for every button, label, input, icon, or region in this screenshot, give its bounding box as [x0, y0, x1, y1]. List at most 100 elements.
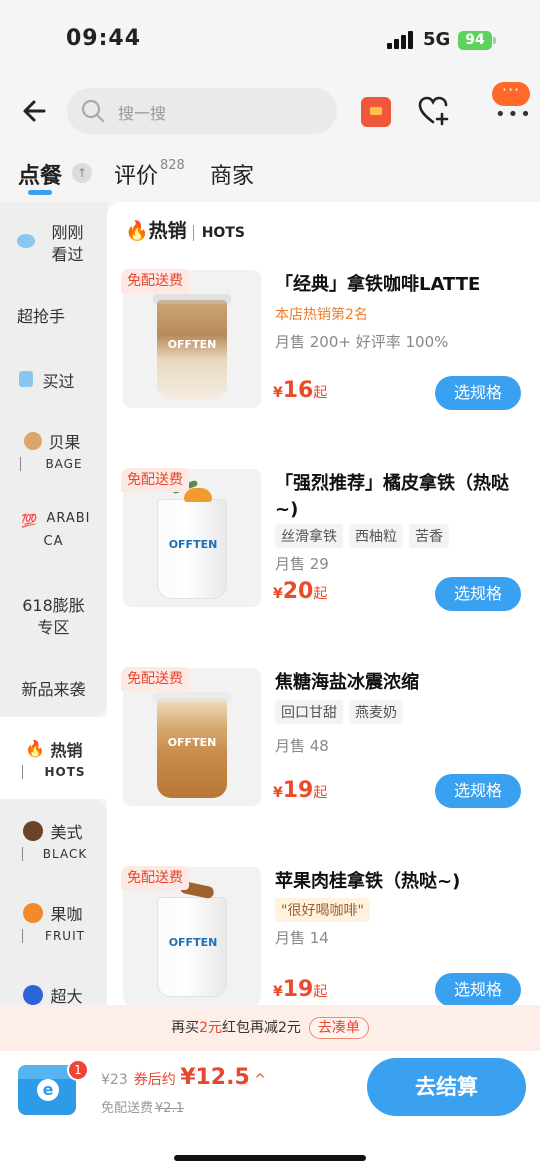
coffee-bean-icon: [23, 821, 43, 841]
sidebar-item-label: ARABI: [46, 511, 91, 526]
tab-reviews[interactable]: 评价 828: [114, 158, 185, 190]
search-placeholder: 搜一搜: [118, 104, 167, 123]
product-card[interactable]: OFFTEN 免配送费 苹果肉桂拿铁（热哒~) "很好喝咖啡" 月售 14 ¥1…: [107, 866, 540, 1005]
product-card[interactable]: OFFTEN 免配送费 焦糖海盐冰震浓缩 回口甘甜 燕麦奶 月售 48 ¥19起…: [107, 667, 540, 828]
back-arrow-icon[interactable]: [18, 94, 52, 128]
favorite-add-icon[interactable]: [417, 95, 451, 127]
sidebar-item-bought[interactable]: 买过: [0, 368, 107, 392]
section-subtitle: HOTS: [192, 225, 245, 241]
promo-amount: 2元: [199, 1020, 222, 1036]
product-tag: 回口甘甜: [275, 700, 343, 724]
top-bar: 搜一搜 ··· •••: [0, 80, 540, 142]
free-delivery-tag: 免配送费: [121, 866, 189, 890]
sidebar-item-americano[interactable]: 美式 BLACK: [0, 819, 107, 861]
sidebar-item-hot-deals[interactable]: 超抢手: [0, 303, 107, 327]
sidebar-item-extra-large[interactable]: 超大: [0, 983, 107, 1007]
free-delivery-tag: 免配送费: [121, 269, 189, 293]
promo-bar: 再买2元红包再减2元 去凑单: [0, 1005, 540, 1051]
add-more-button[interactable]: 去凑单: [308, 1017, 369, 1039]
section-title-text: 热销: [148, 220, 187, 242]
sidebar-item-label: 看过: [51, 245, 84, 264]
search-icon: [81, 99, 105, 123]
select-spec-button[interactable]: 选规格: [435, 376, 521, 410]
currency: ¥: [273, 586, 283, 602]
delivery-old-price: ¥2.1: [155, 1101, 184, 1116]
cup-brand: OFFTEN: [167, 338, 217, 351]
product-name: 焦糖海盐冰震浓缩: [275, 672, 419, 693]
chevron-up-icon: ^: [254, 1072, 266, 1088]
select-spec-button[interactable]: 选规格: [435, 973, 521, 1005]
checkout-button[interactable]: 去结算: [367, 1058, 526, 1116]
product-name: 「经典」拿铁咖啡LATTE: [275, 274, 481, 295]
hundred-icon: 💯: [21, 514, 38, 529]
sidebar-item-sub: HOTS: [22, 765, 107, 779]
product-sales: 月售 14: [275, 929, 329, 947]
price-value: 19: [282, 977, 314, 1002]
free-delivery-tag: 免配送费: [121, 667, 189, 691]
review-count: 828: [160, 158, 185, 173]
sidebar-item-label: 专区: [37, 618, 70, 637]
sidebar-item-label: 美式: [50, 823, 83, 842]
sidebar-item-sub: BLACK: [22, 847, 107, 861]
fire-icon: 🔥: [125, 220, 149, 242]
bagel-icon: [24, 432, 42, 450]
checkout-bar: e 1 ¥23 券后约 ¥12.5 ^ 免配送费 ¥2.1 去结算: [0, 1051, 540, 1171]
blue-circle-icon: [23, 985, 43, 1005]
tab-reviews-label: 评价: [114, 164, 159, 189]
product-tag: 丝滑拿铁: [275, 524, 343, 548]
search-input[interactable]: 搜一搜: [67, 88, 337, 134]
delivery-label: 免配送费: [101, 1101, 154, 1116]
product-list: 🔥热销 HOTS OFFTEN 免配送费 「经典」拿铁咖啡LATTE 本店热销第2…: [107, 202, 540, 1005]
sidebar-item-label: 热销: [50, 741, 83, 760]
eye-icon: [17, 234, 35, 248]
orange-latte-cup: OFFTEN: [157, 479, 227, 599]
product-price: ¥20起: [273, 579, 327, 604]
tab-order[interactable]: 点餐: [18, 158, 62, 190]
orange-icon: [23, 903, 43, 923]
product-sales: 月售 200+ 好评率 100%: [275, 333, 449, 351]
product-tags: 回口甘甜 燕麦奶: [275, 700, 403, 724]
cart-button[interactable]: e 1: [18, 1059, 89, 1117]
currency: ¥: [273, 984, 283, 1000]
product-price: ¥19起: [273, 977, 327, 1002]
cup-brand: OFFTEN: [168, 538, 218, 551]
more-menu-button[interactable]: ··· •••: [492, 82, 531, 124]
apple-cinnamon-cup: OFFTEN: [157, 880, 227, 997]
pin-top-icon[interactable]: ↑: [72, 163, 92, 183]
sidebar-item-fruit-coffee[interactable]: 果咖 FRUIT: [0, 901, 107, 943]
select-spec-button[interactable]: 选规格: [435, 577, 521, 611]
category-sidebar: 刚刚 看过 超抢手 买过 贝果 BAGE 💯 ARABI CA 618膨胀 专区…: [0, 202, 107, 1007]
product-tags: "很好喝咖啡": [275, 898, 370, 922]
sidebar-item-label: 刚刚: [51, 223, 84, 242]
product-card[interactable]: OFFTEN 免配送费 「强烈推荐」橘皮拿铁（热哒~) 丝滑拿铁 西柚粒 苦香 …: [107, 468, 540, 629]
product-tags: 丝滑拿铁 西柚粒 苦香: [275, 524, 449, 548]
sidebar-item-618[interactable]: 618膨胀 专区: [0, 595, 107, 639]
currency: ¥: [273, 785, 283, 801]
sidebar-item-bagel[interactable]: 贝果 BAGE: [0, 429, 107, 471]
product-card[interactable]: OFFTEN 免配送费 「经典」拿铁咖啡LATTE 本店热销第2名 月售 200…: [107, 269, 540, 430]
product-price: ¥16起: [273, 378, 327, 403]
cart-count-badge: 1: [67, 1059, 89, 1081]
iced-latte-cup: OFFTEN: [153, 294, 231, 400]
currency: ¥: [273, 385, 283, 401]
after-coupon-label: 券后约: [133, 1072, 176, 1088]
sidebar-item-hots[interactable]: 🔥 热销 HOTS: [0, 737, 107, 779]
sidebar-item-new[interactable]: 新品来袭: [0, 676, 107, 700]
network-label: 5G: [423, 29, 451, 50]
product-sales: 月售 29: [275, 555, 329, 573]
sidebar-item-label: 贝果: [48, 433, 81, 452]
sidebar-item-arabica[interactable]: 💯 ARABI CA: [0, 511, 107, 549]
price-summary[interactable]: ¥23 券后约 ¥12.5 ^: [101, 1065, 266, 1090]
product-name: 「强烈推荐」橘皮拿铁（热哒~): [275, 473, 509, 520]
status-time: 09:44: [66, 26, 142, 51]
sidebar-item-sub: FRUIT: [22, 929, 107, 943]
tab-merchant[interactable]: 商家: [210, 158, 254, 190]
select-spec-button[interactable]: 选规格: [435, 774, 521, 808]
red-packet-icon[interactable]: [361, 97, 391, 127]
sidebar-item-label: 买过: [42, 372, 75, 391]
tab-bar: 点餐 ↑ 评价 828 商家: [0, 150, 540, 200]
battery-icon: 94: [458, 31, 496, 50]
original-price: ¥23: [101, 1072, 128, 1088]
message-bubble-icon: ···: [492, 82, 530, 106]
sidebar-item-recently-viewed[interactable]: 刚刚 看过: [0, 222, 107, 266]
